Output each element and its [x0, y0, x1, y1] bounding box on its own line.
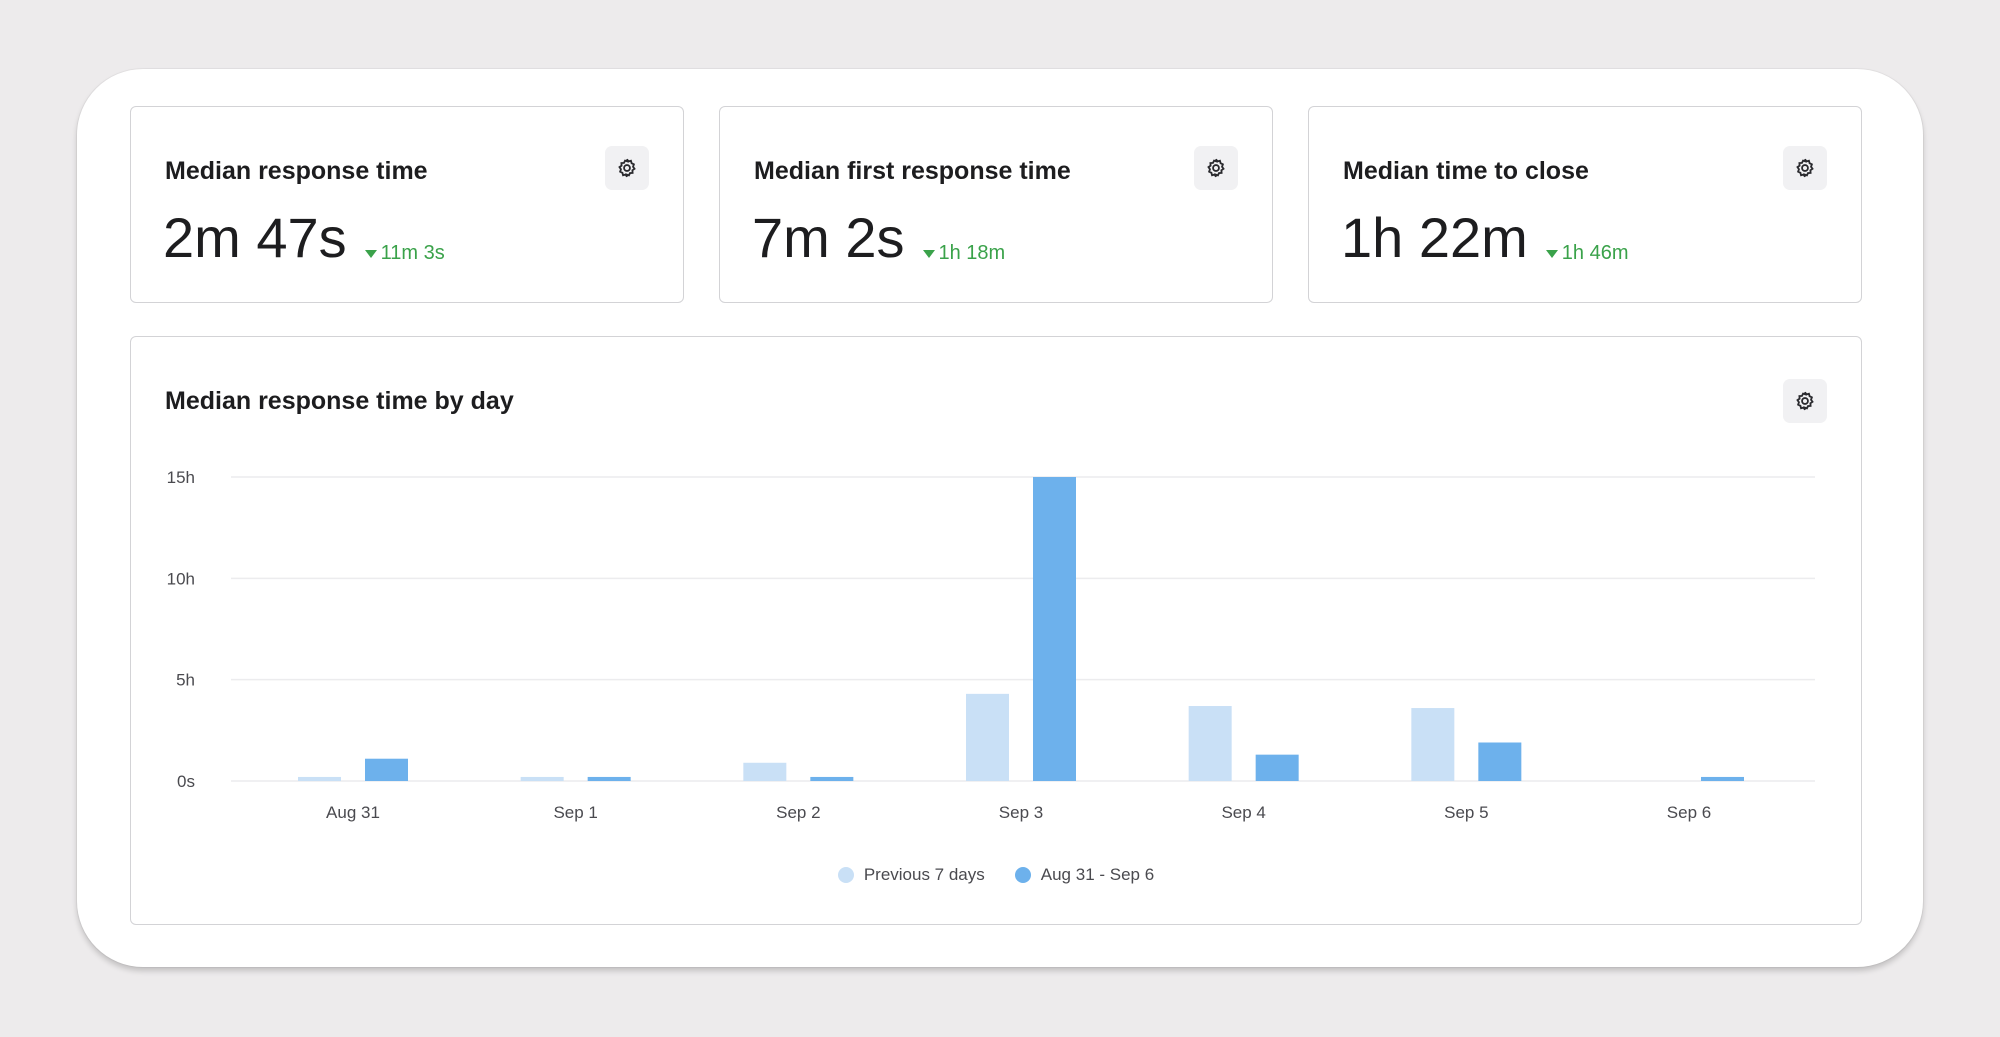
gear-icon [1796, 158, 1814, 178]
bar-chart: 0s 5h 10h 15h Aug 31 Sep 1 Sep 2 Sep 3 Sep 4 Sep … [167, 468, 1815, 822]
chart-legend: Previous 7 days Aug 31 - Sep 6 [131, 865, 1861, 885]
metric-delta-text: 11m 3s [380, 241, 445, 264]
bar-current [1255, 754, 1299, 781]
bar-previous [520, 776, 564, 781]
metric-title: Median response time [165, 157, 428, 185]
metric-title: Median first response time [754, 157, 1071, 185]
metric-delta: 11m 3s [364, 241, 445, 265]
legend-item[interactable]: Previous 7 days [837, 865, 985, 885]
metric-delta-text: 1h 18m [938, 241, 1006, 264]
legend-swatch [837, 867, 854, 883]
metric-settings-button[interactable] [605, 146, 649, 190]
x-tick-label: Aug 31 [326, 803, 380, 822]
metric-card-median-time-to-close: Median time to close 1h 22m 1h 46m [1308, 106, 1862, 303]
gear-icon [618, 158, 636, 178]
metric-settings-button[interactable] [1783, 146, 1827, 190]
x-tick-label: Sep 1 [553, 803, 597, 822]
bar-current [1478, 742, 1522, 781]
metric-value: 1h 22m [1341, 206, 1528, 269]
bar-current [1701, 776, 1744, 781]
metric-card-median-first-response-time: Median first response time 7m 2s 1h 18m [719, 106, 1273, 303]
x-tick-label: Sep 3 [999, 803, 1043, 822]
metric-value: 7m 2s [752, 206, 905, 269]
triangle-down-icon [922, 250, 935, 258]
bar-previous [1411, 708, 1455, 781]
y-tick-label: 10h [167, 569, 195, 588]
x-tick-label: Sep 5 [1444, 803, 1488, 822]
bar-current [365, 758, 408, 781]
bar-previous [298, 776, 341, 781]
y-tick-label: 15h [167, 468, 195, 487]
y-tick-label: 0s [177, 772, 195, 791]
metric-title: Median time to close [1343, 157, 1589, 185]
metric-card-median-response-time: Median response time 2m 47s 11m 3s [130, 106, 684, 303]
bar-current [1033, 477, 1076, 781]
bar-previous [743, 762, 787, 781]
y-tick-label: 5h [176, 671, 195, 690]
metric-value: 2m 47s [163, 206, 347, 269]
bar-current [810, 776, 854, 781]
legend-label: Aug 31 - Sep 6 [1040, 865, 1155, 884]
triangle-down-icon [364, 250, 377, 258]
bar-current [587, 776, 631, 781]
metric-delta-text: 1h 46m [1561, 241, 1629, 264]
x-tick-label: Sep 2 [776, 803, 820, 822]
legend-label: Previous 7 days [863, 865, 985, 884]
metric-delta: 1h 18m [922, 241, 1006, 265]
bar-previous [966, 693, 1009, 781]
gear-icon [1207, 158, 1225, 178]
legend-swatch [1014, 867, 1031, 883]
chart-card-median-response-time-by-day: Median response time by day 0s 5h 10h 15h Au… [130, 336, 1862, 925]
bar-previous [1188, 706, 1232, 781]
x-tick-label: Sep 4 [1221, 803, 1265, 822]
triangle-down-icon [1545, 250, 1558, 258]
legend-item[interactable]: Aug 31 - Sep 6 [1014, 865, 1155, 885]
x-tick-label: Sep 6 [1667, 803, 1711, 822]
metric-settings-button[interactable] [1194, 146, 1238, 190]
metric-delta: 1h 46m [1545, 241, 1629, 265]
